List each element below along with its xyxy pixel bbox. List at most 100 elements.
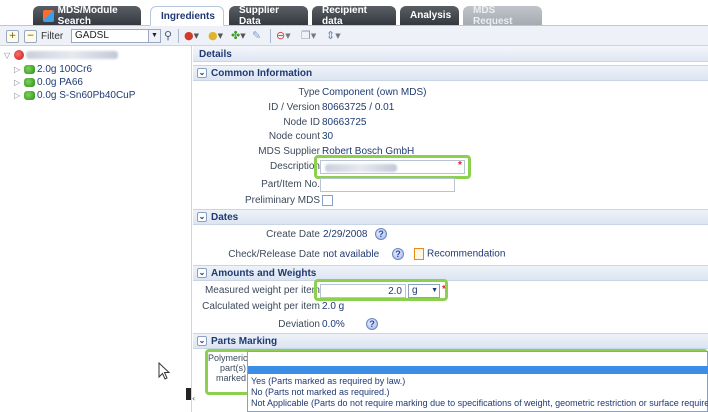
node-count-value: 30 xyxy=(322,131,334,142)
polymeric-marked-dropdown: Yes (Parts marked as required by law.) N… xyxy=(247,351,708,412)
tree-expand-icon[interactable]: ▷ xyxy=(14,65,24,74)
tree-item-name: 100Cr6 xyxy=(59,63,93,75)
tree-item-weight: 0.0g xyxy=(37,89,57,101)
highlight-measured-weight xyxy=(314,279,448,301)
material-icon xyxy=(24,90,35,100)
tree-item-name: S-Sn60Pb40CuP xyxy=(59,89,136,101)
tab-supplier-data[interactable]: Supplier Data xyxy=(229,4,308,27)
description-label: Description xyxy=(269,161,320,172)
preliminary-checkbox[interactable] xyxy=(322,195,333,206)
calculated-weight-label: Calculated weight per item xyxy=(202,301,320,312)
tab-mds-module-search[interactable]: MDS/Module Search xyxy=(33,5,141,27)
type-row: Type Component (own MDS) xyxy=(193,86,708,100)
chevron-down-icon[interactable]: ▼ xyxy=(194,32,199,40)
chevron-down-icon[interactable]: ▼ xyxy=(240,32,245,40)
preliminary-label: Preliminary MDS xyxy=(244,195,320,206)
help-icon[interactable]: ? xyxy=(375,228,387,240)
mds-app-icon xyxy=(43,9,54,22)
help-icon[interactable]: ? xyxy=(366,318,378,330)
calculated-weight-value: 2.0 g xyxy=(322,301,345,312)
type-value: Component (own MDS) xyxy=(322,87,427,98)
preliminary-row: Preliminary MDS xyxy=(193,194,708,208)
chevron-down-icon[interactable]: ⌄ xyxy=(197,212,207,222)
calculated-weight-row: Calculated weight per item 2.0 g xyxy=(193,300,708,314)
create-date-value: 2/29/2008 xyxy=(323,229,368,240)
create-date-label: Create Date xyxy=(266,229,320,240)
deviation-label: Deviation xyxy=(278,319,320,330)
section-parts-marking[interactable]: ⌄ Parts Marking xyxy=(193,333,708,349)
delete-icon[interactable]: ⊖ xyxy=(276,29,285,43)
section-title: Parts Marking xyxy=(211,335,278,347)
material-icon xyxy=(24,64,35,74)
section-amounts-weights[interactable]: ⌄ Amounts and Weights xyxy=(193,265,708,281)
chevron-down-icon[interactable]: ▼ xyxy=(335,32,340,40)
chevron-down-icon: ▼ xyxy=(148,30,160,42)
filter-select[interactable]: GADSL ▼ xyxy=(71,29,161,43)
sort-icon[interactable]: ⇕ xyxy=(326,29,335,43)
search-icon[interactable]: ⚲ xyxy=(164,29,172,43)
recommendation-label: Recommendation xyxy=(427,248,506,260)
node-id-row: Node ID 80663725 xyxy=(193,116,708,130)
section-common-information[interactable]: ⌄ Common Information xyxy=(193,65,708,81)
add-component-icon[interactable]: ● xyxy=(184,29,194,43)
tree-collapse-icon[interactable]: ▽ xyxy=(4,51,14,60)
ingredients-tree: ▽ ▷ 2.0g 100Cr6 ▷ 0.0g PA66 ▷ 0.0g S-Sn6… xyxy=(0,46,192,412)
tab-mds-request: MDS Request xyxy=(463,4,542,27)
redacted-root-name xyxy=(26,51,118,59)
create-date-row: Create Date 2/29/2008 ? xyxy=(193,228,708,242)
scroll-left-icon[interactable]: ‹ xyxy=(192,394,202,404)
deviation-value: 0.0% xyxy=(322,319,345,330)
node-count-row: Node count 30 xyxy=(193,130,708,144)
tab-bar: MDS/Module Search Ingredients Supplier D… xyxy=(0,0,708,27)
help-icon[interactable]: ? xyxy=(392,248,404,260)
option-no[interactable]: No (Parts not marked as required.) xyxy=(251,387,390,397)
section-dates[interactable]: ⌄ Dates xyxy=(193,209,708,225)
option-not-applicable[interactable]: Not Applicable (Parts do not require mar… xyxy=(251,398,708,408)
recommendation-link[interactable]: Recommendation xyxy=(414,248,505,260)
part-no-label: Part/Item No. xyxy=(261,179,320,190)
measured-weight-label: Measured weight per item xyxy=(204,285,320,296)
component-icon xyxy=(14,50,24,60)
edit-icon[interactable]: ✎ xyxy=(252,29,261,43)
tree-root-node[interactable]: ▽ xyxy=(4,49,118,61)
tab-ingredients[interactable]: Ingredients xyxy=(150,6,224,26)
tab-label: MDS Request xyxy=(473,4,513,27)
tree-expand-icon[interactable]: ▷ xyxy=(14,78,24,87)
release-date-row: Check/Release Date not available ? Recom… xyxy=(193,248,708,262)
tab-recipient-data[interactable]: Recipient data xyxy=(312,5,396,27)
filter-label: Filter xyxy=(41,30,64,42)
add-material-icon[interactable]: ● xyxy=(208,29,218,43)
collapse-all-icon[interactable]: − xyxy=(24,29,37,43)
chevron-down-icon[interactable]: ▼ xyxy=(218,32,223,40)
deviation-row: Deviation 0.0% ? xyxy=(193,318,708,332)
chevron-down-icon[interactable]: ▼ xyxy=(311,32,316,40)
tree-item[interactable]: ▷ 0.0g S-Sn60Pb40CuP xyxy=(14,89,135,101)
option-yes[interactable]: Yes (Parts marked as required by law.) xyxy=(251,376,405,386)
tab-analysis[interactable]: Analysis xyxy=(400,6,459,25)
copy-icon[interactable]: ❐ xyxy=(301,29,311,43)
filter-value: GADSL xyxy=(75,30,109,41)
expand-all-icon[interactable]: + xyxy=(6,29,19,43)
toolbar-divider xyxy=(270,29,271,43)
tree-item-weight: 0.0g xyxy=(37,76,57,88)
measured-weight-row: Measured weight per item 2.0 g ▼ * xyxy=(193,284,708,298)
dropdown-selected-empty-option[interactable] xyxy=(248,366,708,374)
chevron-down-icon[interactable]: ▼ xyxy=(285,32,290,40)
part-no-input[interactable] xyxy=(320,178,455,192)
splitter-handle[interactable] xyxy=(186,388,191,400)
details-title: Details xyxy=(193,46,708,62)
tree-item[interactable]: ▷ 0.0g PA66 xyxy=(14,76,83,88)
recommendation-icon xyxy=(414,248,424,260)
chevron-down-icon[interactable]: ⌄ xyxy=(197,68,207,78)
highlight-description xyxy=(314,155,471,179)
chevron-down-icon[interactable]: ⌄ xyxy=(197,268,207,278)
node-id-label: Node ID xyxy=(283,117,320,128)
add-substance-icon[interactable]: ✤ xyxy=(231,29,240,43)
tab-label: Analysis xyxy=(410,10,452,21)
type-label: Type xyxy=(298,87,320,98)
tab-label: Supplier Data xyxy=(239,4,280,27)
tab-label: Ingredients xyxy=(161,10,215,22)
tree-item[interactable]: ▷ 2.0g 100Cr6 xyxy=(14,63,92,75)
tree-expand-icon[interactable]: ▷ xyxy=(14,91,24,100)
chevron-down-icon[interactable]: ⌄ xyxy=(197,336,207,346)
